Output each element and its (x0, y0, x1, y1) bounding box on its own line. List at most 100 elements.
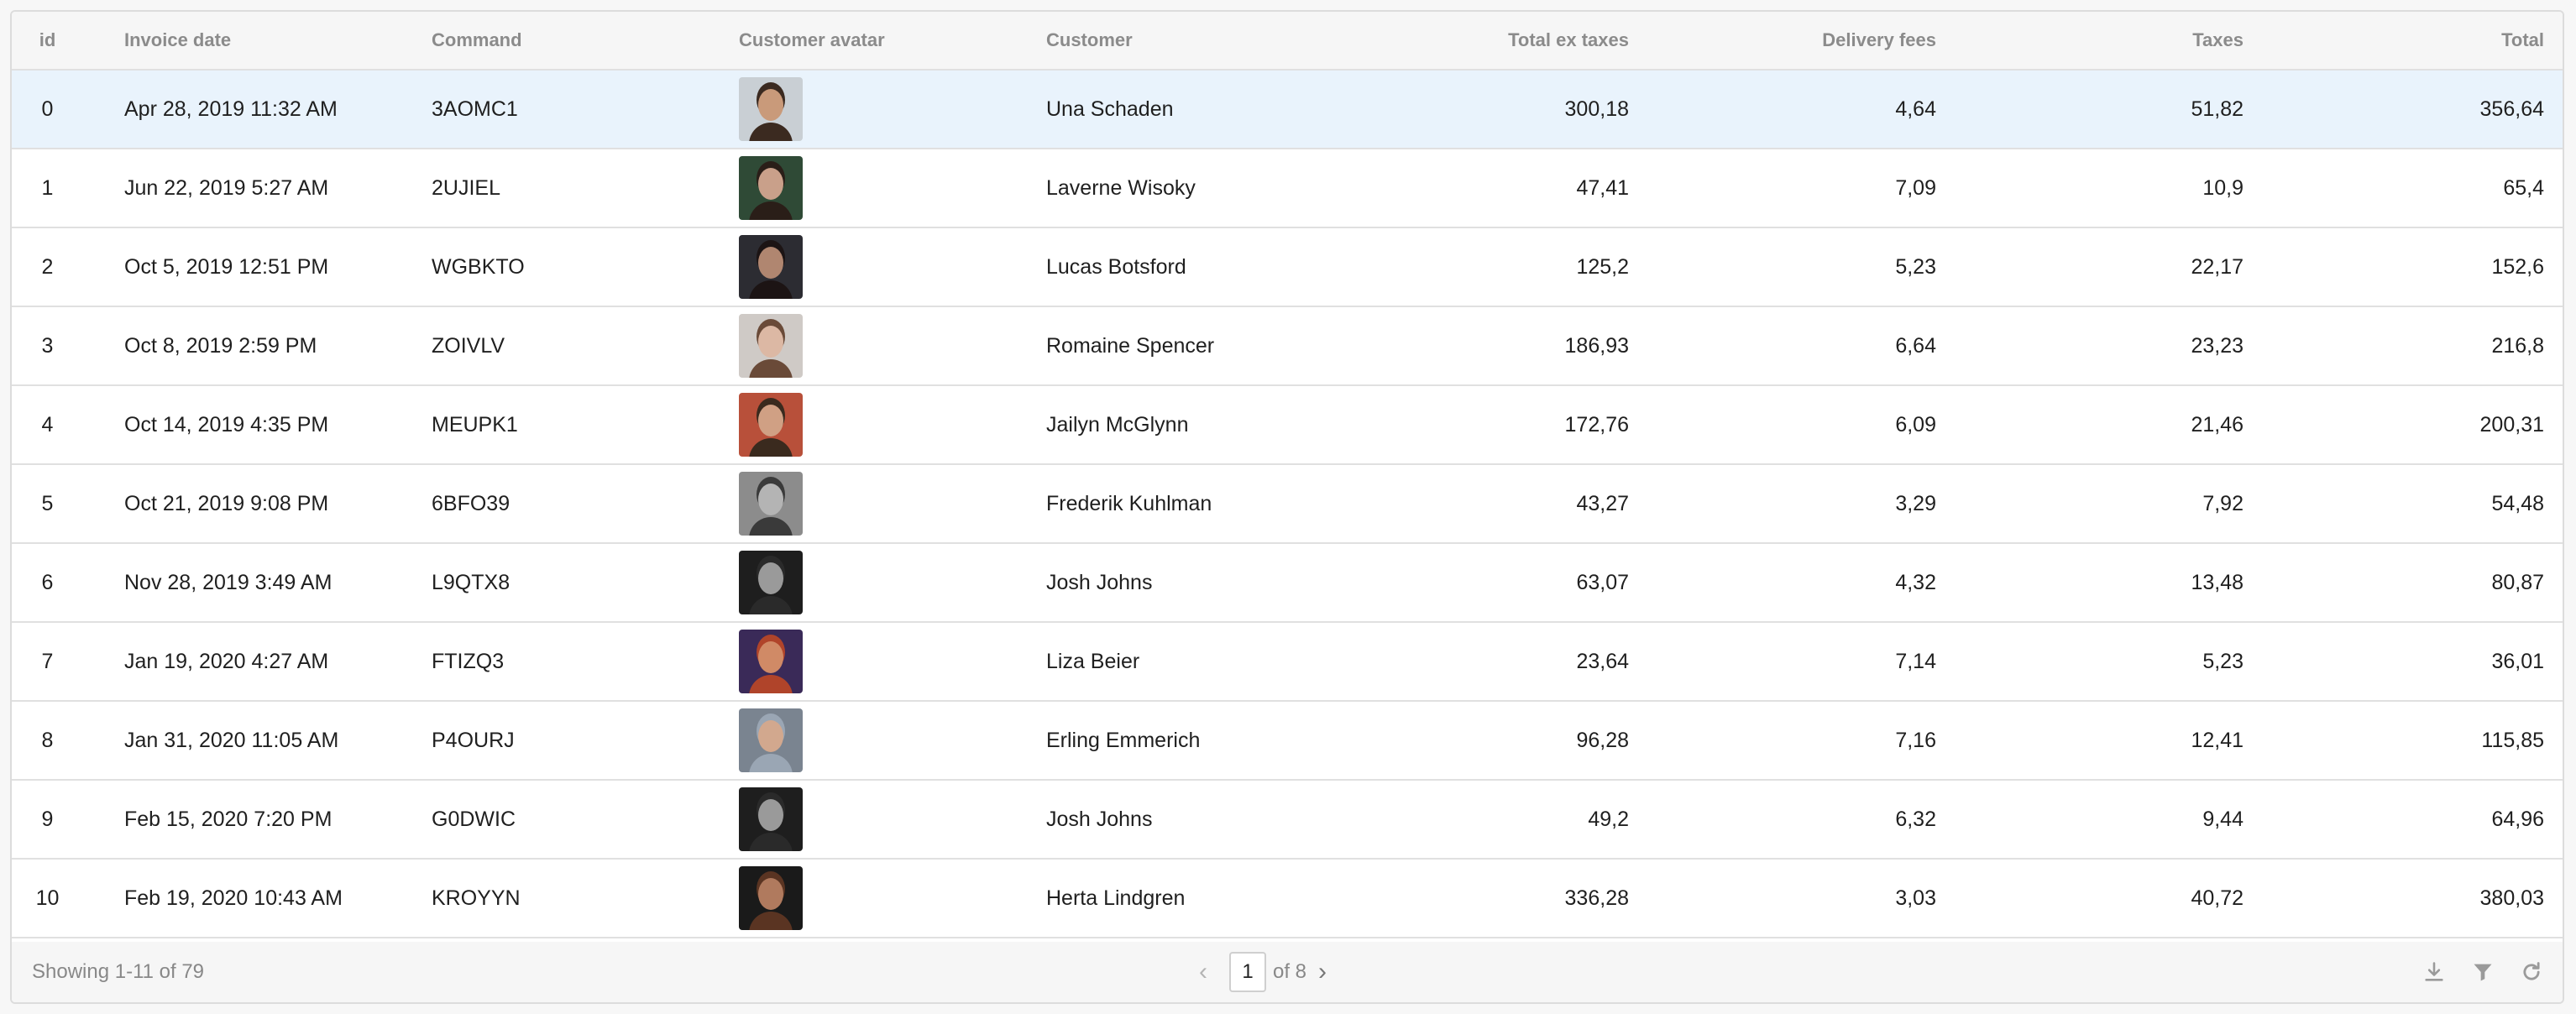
cell-taxes: 9,44 (2202, 807, 2244, 831)
column-header-command[interactable]: Command (432, 12, 717, 69)
avatar[interactable] (739, 77, 803, 141)
table-row[interactable]: 7 Jan 19, 2020 4:27 AM FTIZQ3 Liza Beier 23,… (12, 623, 2563, 702)
table-row[interactable]: 10 Feb 19, 2020 10:43 AM KROYYN Herta Lindg… (12, 860, 2563, 938)
table-row[interactable]: 3 Oct 8, 2019 2:59 PM ZOIVLV Romaine Spence… (12, 307, 2563, 386)
avatar-shoulders (749, 596, 793, 614)
invoices-data-grid: id Invoice date Command Customer avatar … (10, 10, 2564, 1004)
cell-delivery-fees: 6,64 (1895, 333, 1936, 358)
cell-customer: Josh Johns (1046, 570, 1153, 594)
column-header-id[interactable]: id (12, 12, 83, 69)
table-row[interactable]: 6 Nov 28, 2019 3:49 AM L9QTX8 Josh Johns 63,… (12, 544, 2563, 623)
cell-invoice-date: Feb 15, 2020 7:20 PM (124, 807, 332, 831)
page-number-input[interactable]: 1 (1229, 952, 1266, 992)
cell-customer-avatar (739, 781, 1024, 858)
table-row[interactable]: 1 Jun 22, 2019 5:27 AM 2UJIEL Laverne Wisok… (12, 149, 2563, 228)
table-row[interactable]: 8 Jan 31, 2020 11:05 AM P4OURJ Erling Emmer… (12, 702, 2563, 781)
cell-total-ex-taxes: 186,93 (1564, 333, 1629, 358)
avatar-face (758, 247, 783, 279)
refresh-icon[interactable] (2519, 959, 2544, 985)
cell-customer: Romaine Spencer (1046, 333, 1215, 358)
avatar-shoulders (749, 517, 793, 536)
cell-customer-avatar (739, 702, 1024, 779)
cell-taxes: 21,46 (2191, 412, 2244, 436)
avatar-face (758, 799, 783, 831)
avatar-face (758, 720, 783, 752)
cell-total-ex-taxes: 49,2 (1588, 807, 1629, 831)
avatar-face (758, 562, 783, 594)
avatar[interactable] (739, 235, 803, 299)
cell-total-ex-taxes: 300,18 (1564, 97, 1629, 121)
avatar[interactable] (739, 393, 803, 457)
cell-customer: Herta Lindgren (1046, 886, 1186, 910)
cell-taxes: 10,9 (2202, 175, 2244, 200)
cell-customer-avatar (739, 71, 1024, 148)
table-row[interactable]: 5 Oct 21, 2019 9:08 PM 6BFO39 Frederik Kuhl… (12, 465, 2563, 544)
cell-delivery-fees: 3,29 (1895, 491, 1936, 515)
column-header-taxes[interactable]: Taxes (1992, 12, 2244, 69)
avatar[interactable] (739, 156, 803, 220)
column-header-total-ex-taxes[interactable]: Total ex taxes (1377, 12, 1629, 69)
avatar[interactable] (739, 630, 803, 693)
cell-customer: Josh Johns (1046, 807, 1153, 831)
cell-id: 8 (41, 728, 54, 752)
avatar-face (758, 878, 783, 910)
avatar[interactable] (739, 866, 803, 930)
cell-invoice-date: Jan 31, 2020 11:05 AM (124, 728, 339, 752)
avatar-shoulders (749, 201, 793, 220)
column-header-customer[interactable]: Customer (1046, 12, 1382, 69)
cell-delivery-fees: 3,03 (1895, 886, 1936, 910)
cell-delivery-fees: 7,16 (1895, 728, 1936, 752)
cell-id: 0 (41, 97, 54, 121)
cell-customer-avatar (739, 149, 1024, 227)
cell-total: 200,31 (2479, 412, 2544, 436)
avatar-face (758, 641, 783, 673)
column-header-delivery-fees[interactable]: Delivery fees (1684, 12, 1936, 69)
column-header-total[interactable]: Total (2292, 12, 2544, 69)
cell-id: 9 (41, 807, 54, 831)
avatar[interactable] (739, 314, 803, 378)
avatar[interactable] (739, 787, 803, 851)
cell-total: 65,4 (2503, 175, 2544, 200)
cell-total: 64,96 (2491, 807, 2544, 831)
cell-taxes: 12,41 (2191, 728, 2244, 752)
cell-customer-avatar (739, 544, 1024, 621)
cell-invoice-date: Jan 19, 2020 4:27 AM (124, 649, 329, 673)
cell-customer-avatar (739, 228, 1024, 306)
avatar[interactable] (739, 472, 803, 536)
avatar-face (758, 168, 783, 200)
avatar-shoulders (749, 833, 793, 851)
avatar[interactable] (739, 708, 803, 772)
cell-customer: Laverne Wisoky (1046, 175, 1196, 200)
cell-total: 380,03 (2479, 886, 2544, 910)
grid-footer: Showing 1-11 of 79 ‹ 1 of 8 › (12, 942, 2563, 1002)
table-row[interactable]: 9 Feb 15, 2020 7:20 PM G0DWIC Josh Johns 49,… (12, 781, 2563, 860)
table-row[interactable]: 2 Oct 5, 2019 12:51 PM WGBKTO Lucas Botsfor… (12, 228, 2563, 307)
avatar-face (758, 89, 783, 121)
column-header-customer-avatar[interactable]: Customer avatar (739, 12, 1024, 69)
cell-taxes: 22,17 (2191, 254, 2244, 279)
cell-total: 216,8 (2491, 333, 2544, 358)
table-row[interactable]: 4 Oct 14, 2019 4:35 PM MEUPK1 Jailyn McGlyn… (12, 386, 2563, 465)
row-count-label: Showing 1-11 of 79 (32, 960, 205, 983)
avatar[interactable] (739, 551, 803, 614)
cell-customer: Frederik Kuhlman (1046, 491, 1212, 515)
filter-icon[interactable] (2470, 959, 2495, 985)
avatar-shoulders (749, 280, 793, 299)
cell-customer: Liza Beier (1046, 649, 1140, 673)
cell-command: KROYYN (432, 886, 521, 910)
cell-total-ex-taxes: 63,07 (1576, 570, 1629, 594)
cell-customer: Lucas Botsford (1046, 254, 1186, 279)
cell-command: WGBKTO (432, 254, 525, 279)
cell-invoice-date: Oct 21, 2019 9:08 PM (124, 491, 329, 515)
cell-id: 1 (41, 175, 54, 200)
cell-invoice-date: Apr 28, 2019 11:32 AM (124, 97, 338, 121)
cell-command: FTIZQ3 (432, 649, 505, 673)
cell-taxes: 51,82 (2191, 97, 2244, 121)
column-header-invoice-date[interactable]: Invoice date (124, 12, 410, 69)
cell-total: 115,85 (2481, 728, 2544, 752)
cell-customer-avatar (739, 307, 1024, 384)
download-icon[interactable] (2422, 959, 2447, 985)
table-row[interactable]: 0 Apr 28, 2019 11:32 AM 3AOMC1 Una Schaden 3… (12, 71, 2563, 149)
chevron-right-icon[interactable]: › (1306, 958, 1338, 986)
chevron-left-icon[interactable]: ‹ (1187, 958, 1219, 986)
